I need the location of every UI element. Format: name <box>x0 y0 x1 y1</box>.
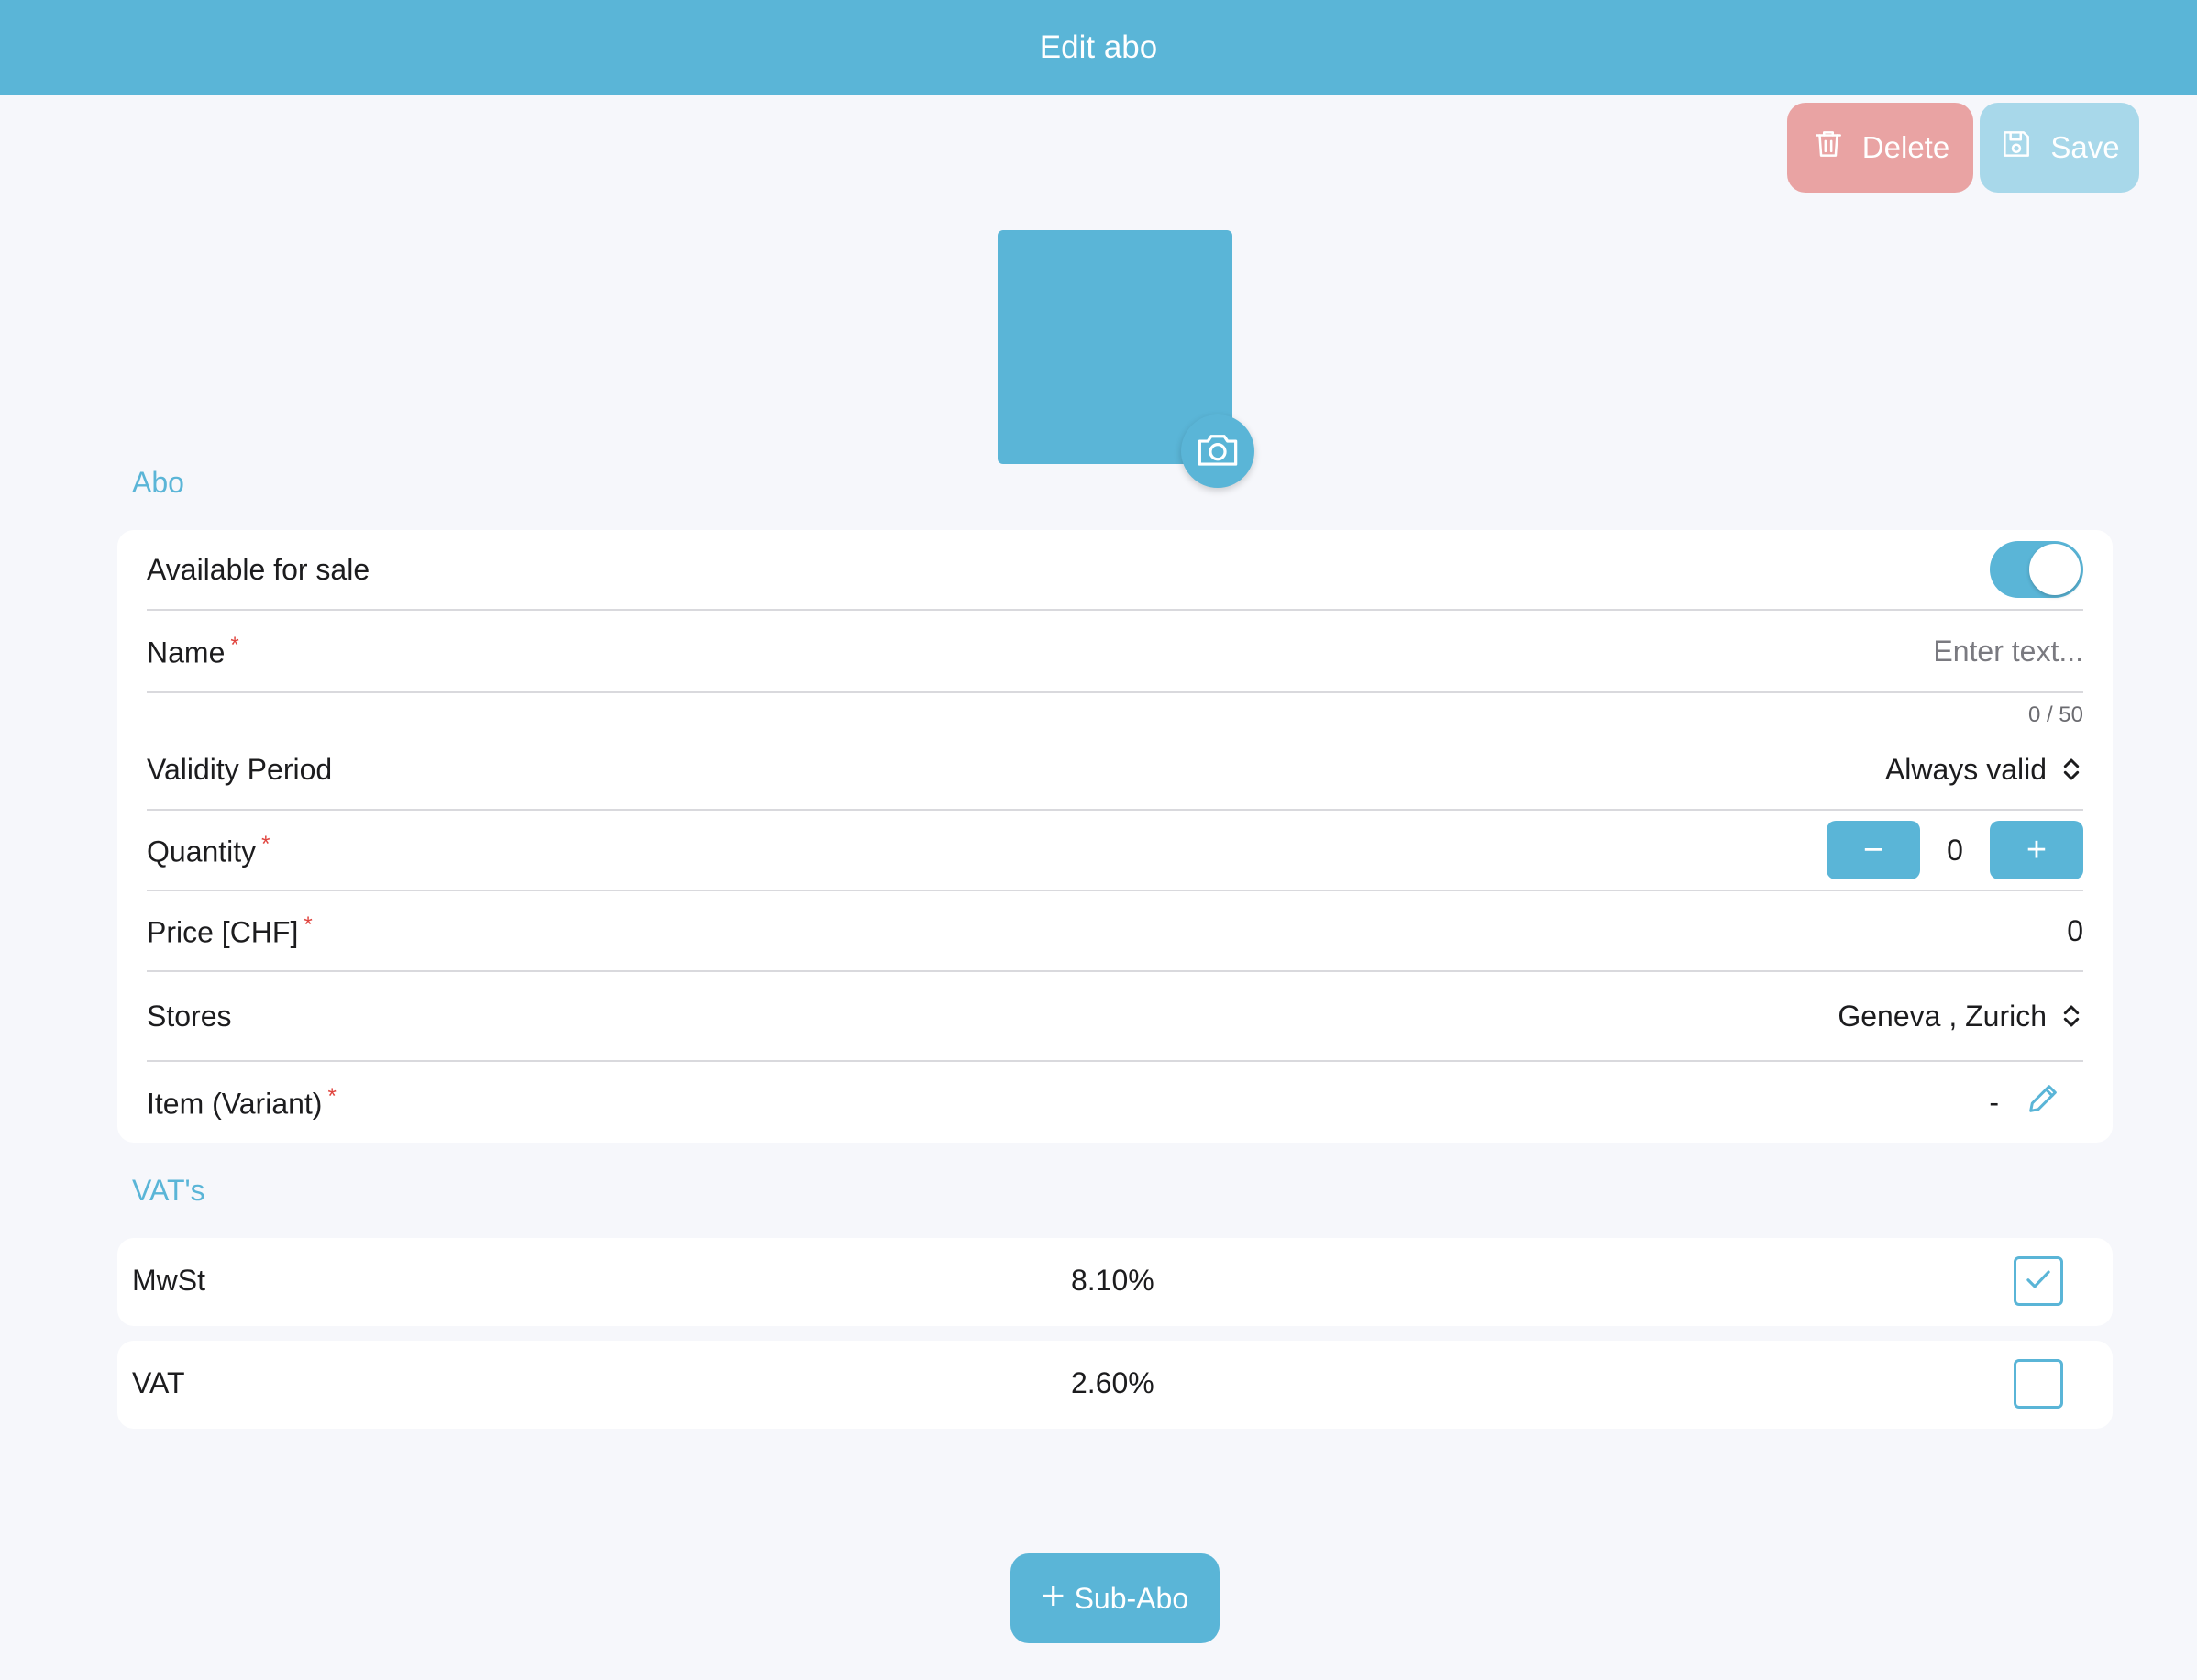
quantity-increment-button[interactable]: + <box>1990 821 2083 879</box>
section-label-vats: VAT's <box>132 1174 205 1207</box>
pencil-icon[interactable] <box>2025 1080 2061 1124</box>
stores-value: Geneva , Zurich <box>1838 999 2047 1033</box>
validity-period-row[interactable]: Validity Period Always valid <box>147 730 2083 811</box>
delete-button[interactable]: Delete <box>1787 103 1973 193</box>
item-variant-row: Item (Variant) * - <box>147 1062 2083 1143</box>
quantity-decrement-button[interactable]: − <box>1827 821 1920 879</box>
chevron-updown-icon <box>2059 1002 2083 1030</box>
name-label: Name * <box>147 632 239 669</box>
available-for-sale-row: Available for sale <box>147 530 2083 611</box>
section-label-abo: Abo <box>132 466 184 499</box>
validity-period-label: Validity Period <box>147 752 333 786</box>
change-image-button[interactable] <box>1181 414 1254 488</box>
vat-name: MwSt <box>132 1264 205 1297</box>
add-sub-abo-label: Sub-Abo <box>1074 1581 1189 1615</box>
vat-name: VAT <box>132 1366 185 1399</box>
vat-rate: 8.10% <box>1071 1264 1154 1297</box>
available-for-sale-label: Available for sale <box>147 552 370 586</box>
quantity-stepper: − 0 + <box>1827 821 2083 879</box>
item-variant-label: Item (Variant) * <box>147 1083 337 1121</box>
camera-icon <box>1195 429 1241 474</box>
page-title: Edit abo <box>1039 29 1158 65</box>
stores-select[interactable]: Geneva , Zurich <box>1838 1000 2083 1033</box>
save-button[interactable]: Save <box>1980 103 2139 193</box>
vat-row[interactable]: MwSt 8.10% <box>117 1238 2113 1326</box>
stores-label: Stores <box>147 999 232 1033</box>
required-marker: * <box>304 912 313 937</box>
add-sub-abo-button[interactable]: + Sub-Abo <box>1010 1553 1220 1643</box>
save-icon <box>1999 127 2034 169</box>
vat-row[interactable]: VAT 2.60% <box>117 1341 2113 1429</box>
plus-icon: + <box>1041 1574 1065 1619</box>
required-marker: * <box>230 632 239 658</box>
chevron-updown-icon <box>2059 756 2083 783</box>
vat-rate: 2.60% <box>1071 1366 1154 1399</box>
delete-button-label: Delete <box>1861 130 1950 164</box>
item-variant-value-group: - <box>1989 1080 2061 1124</box>
name-input[interactable] <box>1533 634 2083 669</box>
checkmark-icon <box>2021 1262 2056 1301</box>
trash-icon <box>1811 127 1846 169</box>
quantity-row: Quantity * − 0 + <box>147 811 2083 891</box>
top-bar: Edit abo <box>0 0 2197 95</box>
quantity-value[interactable]: 0 <box>1920 834 1990 868</box>
price-label: Price [CHF] * <box>147 912 313 949</box>
validity-period-select[interactable]: Always valid <box>1885 753 2083 787</box>
price-row: Price [CHF] * 0 <box>147 891 2083 972</box>
item-variant-value: - <box>1989 1085 1999 1119</box>
save-button-label: Save <box>2050 130 2120 164</box>
vat-checkbox[interactable] <box>2014 1256 2063 1306</box>
price-input[interactable]: 0 <box>2067 914 2083 948</box>
name-char-counter: 0 / 50 <box>2027 702 2083 727</box>
name-row: Name * <box>147 611 2083 693</box>
stores-row[interactable]: Stores Geneva , Zurich <box>147 972 2083 1062</box>
toggle-knob <box>2029 544 2081 595</box>
required-marker: * <box>327 1083 337 1109</box>
validity-period-value: Always valid <box>1884 752 2047 786</box>
quantity-label: Quantity * <box>147 831 270 868</box>
required-marker: * <box>261 831 270 857</box>
vat-checkbox[interactable] <box>2014 1359 2063 1409</box>
available-for-sale-toggle[interactable] <box>1990 541 2083 598</box>
abo-form-card: Available for sale Name* 0 / 50 Validity… <box>117 530 2113 1143</box>
